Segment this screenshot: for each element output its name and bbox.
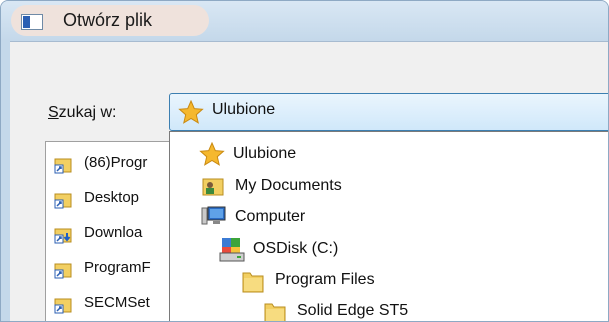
folder-icon — [241, 268, 265, 298]
look-in-selected-value: Ulubione — [212, 101, 276, 118]
places-item-label: Downloa — [84, 224, 143, 241]
places-bar: (86)Progr Desktop Downloa ProgramF SECMS… — [45, 141, 169, 321]
look-in-label: Szukaj w: — [48, 104, 116, 122]
shortcut-folder-icon — [54, 261, 72, 279]
places-item-label: SECMSet — [84, 294, 150, 311]
look-in-label-accesskey: S — [48, 104, 59, 121]
places-item-label: ProgramF — [84, 259, 151, 276]
shortcut-folder-icon — [54, 296, 72, 314]
look-in-dropdown-list: Ulubione My Documents Computer OSDisk (C… — [169, 131, 608, 321]
look-in-combobox[interactable]: Ulubione — [169, 93, 608, 131]
user-documents-icon — [201, 174, 225, 202]
folder-icon — [263, 299, 287, 321]
dropdown-item-label: Program Files — [275, 271, 375, 288]
computer-icon — [201, 205, 227, 233]
shortcut-folder-icon — [54, 156, 72, 174]
look-in-label-text: zukaj w: — [58, 104, 117, 121]
open-file-dialog: Otwórz plik Szukaj w: Ulubione (86)Progr… — [0, 0, 609, 322]
drive-icon — [219, 237, 245, 267]
places-item-label: (86)Progr — [84, 154, 148, 171]
dropdown-item-label: My Documents — [235, 177, 342, 194]
star-icon — [178, 99, 204, 128]
dropdown-item-label: OSDisk (C:) — [253, 240, 339, 257]
places-item-label: Desktop — [84, 189, 140, 206]
window-icon[interactable] — [21, 14, 43, 30]
window-title: Otwórz plik — [63, 10, 153, 30]
shortcut-folder-icon — [54, 191, 72, 209]
downloads-shortcut-icon — [54, 226, 72, 244]
dropdown-item-label: Ulubione — [233, 145, 297, 162]
dropdown-item-label: Solid Edge ST5 — [297, 302, 409, 319]
dropdown-item-label: Computer — [235, 208, 306, 225]
star-icon — [199, 141, 225, 170]
title-bar[interactable]: Otwórz plik — [1, 1, 608, 41]
